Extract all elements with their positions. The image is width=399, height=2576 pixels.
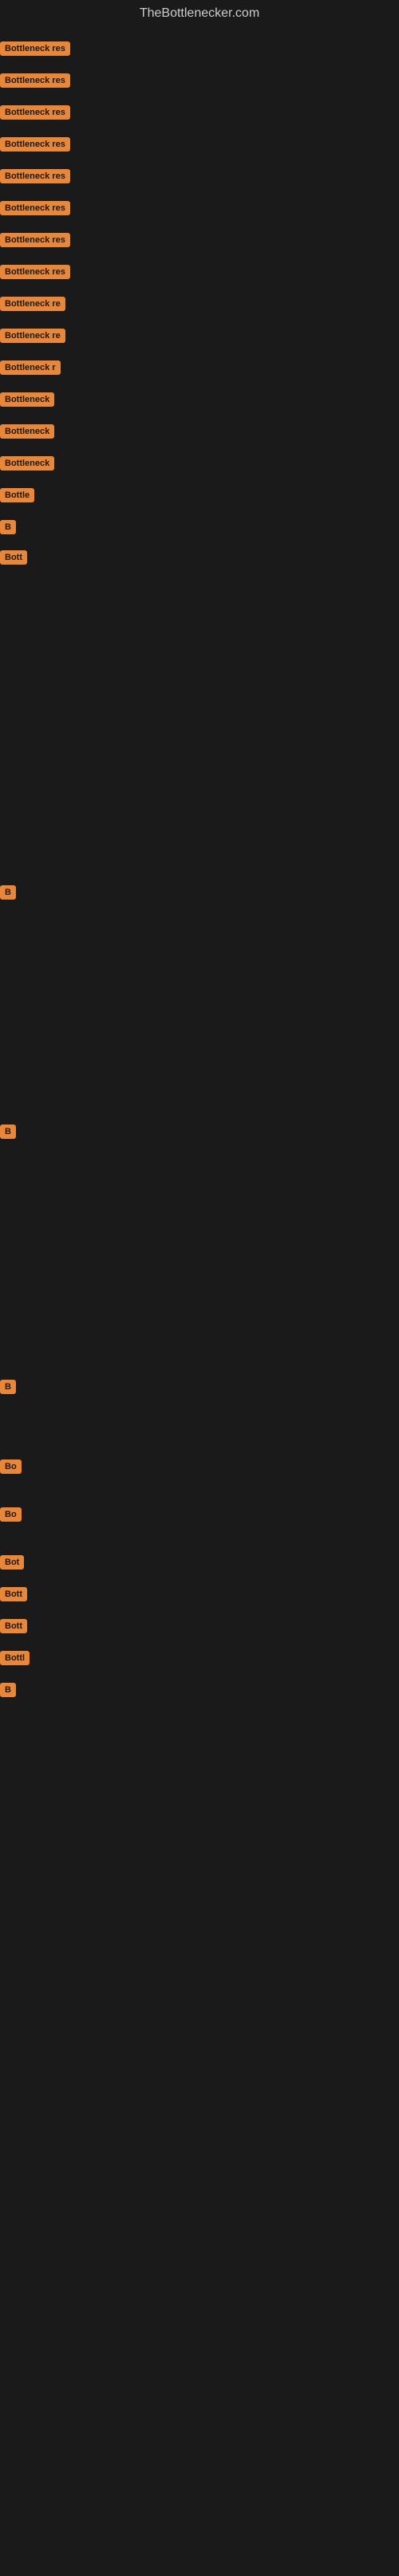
bottleneck-badge-26[interactable]: B — [0, 1683, 16, 1697]
bottleneck-badge-2[interactable]: Bottleneck res — [0, 105, 70, 120]
bottleneck-badge-17[interactable]: B — [0, 885, 16, 900]
bottleneck-badge-21[interactable]: Bo — [0, 1507, 22, 1522]
bottleneck-badge-18[interactable]: B — [0, 1125, 16, 1139]
bottleneck-badge-24[interactable]: Bott — [0, 1619, 27, 1633]
bottleneck-badge-16[interactable]: Bott — [0, 550, 27, 565]
bottleneck-badge-9[interactable]: Bottleneck re — [0, 329, 65, 343]
bottleneck-badge-25[interactable]: Bottl — [0, 1651, 30, 1665]
site-title: TheBottlenecker.com — [0, 0, 399, 24]
bottleneck-badge-8[interactable]: Bottleneck re — [0, 297, 65, 311]
bottleneck-badge-11[interactable]: Bottleneck — [0, 392, 54, 407]
bottleneck-badge-0[interactable]: Bottleneck res — [0, 41, 70, 56]
bottleneck-badge-20[interactable]: Bo — [0, 1459, 22, 1474]
bottleneck-badge-7[interactable]: Bottleneck res — [0, 265, 70, 279]
bottleneck-badge-5[interactable]: Bottleneck res — [0, 201, 70, 215]
bottleneck-badge-12[interactable]: Bottleneck — [0, 424, 54, 439]
bottleneck-badge-19[interactable]: B — [0, 1380, 16, 1394]
bottleneck-badge-15[interactable]: B — [0, 520, 16, 534]
bottleneck-badge-1[interactable]: Bottleneck res — [0, 73, 70, 88]
bottleneck-badge-3[interactable]: Bottleneck res — [0, 137, 70, 152]
bottleneck-badge-14[interactable]: Bottle — [0, 488, 34, 502]
bottleneck-badge-23[interactable]: Bott — [0, 1587, 27, 1601]
bottleneck-badge-10[interactable]: Bottleneck r — [0, 360, 61, 375]
bottleneck-badge-6[interactable]: Bottleneck res — [0, 233, 70, 247]
bottleneck-badge-13[interactable]: Bottleneck — [0, 456, 54, 471]
bottleneck-badge-4[interactable]: Bottleneck res — [0, 169, 70, 183]
bottleneck-badge-22[interactable]: Bot — [0, 1555, 24, 1570]
